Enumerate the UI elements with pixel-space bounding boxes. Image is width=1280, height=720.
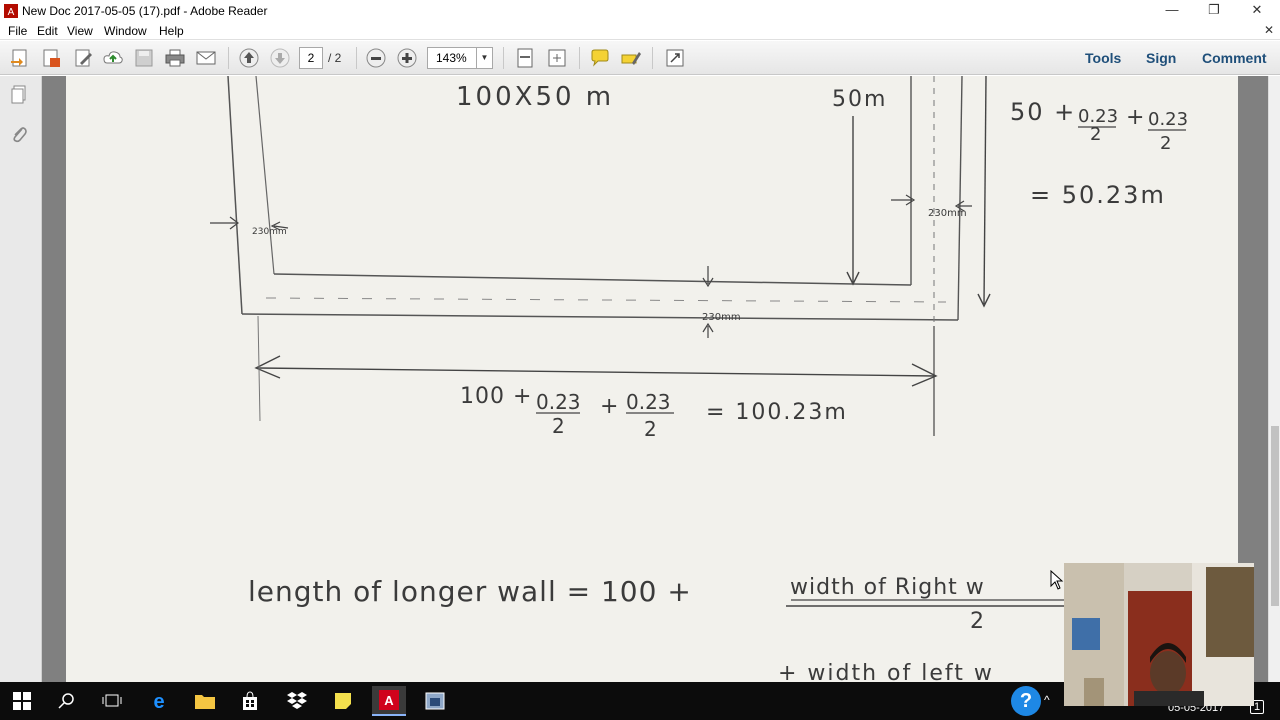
start-button[interactable] [5,686,39,716]
zoom-select[interactable]: 143% ▼ [427,47,493,69]
bottom-frac-num-1: 0.23 [536,390,581,414]
taskbar-recorder[interactable] [418,686,452,716]
menu-help[interactable]: Help [159,24,184,38]
zoom-in-icon[interactable] [396,47,418,69]
next-formula-line: + width of left w [778,661,994,682]
task-view-button[interactable] [95,686,129,716]
full-screen-icon[interactable] [664,47,686,69]
taskbar-adobe-reader[interactable]: A [372,686,406,716]
previous-page-icon[interactable] [238,47,260,69]
length-formula: length of longer wall = 100 + [248,575,692,608]
wall-thickness-bottom: 230mm [702,312,741,323]
title-bar: A New Doc 2017-05-05 (17).pdf - Adobe Re… [0,0,1280,22]
help-icon[interactable]: ? [1011,686,1041,716]
sign-link[interactable]: Sign [1146,50,1176,66]
next-page-icon[interactable] [269,47,291,69]
edit-pdf-icon[interactable] [72,47,94,69]
menu-bar: File Edit View Window Help ✕ [0,22,1280,40]
side-length-label: 50m [832,87,887,112]
bottom-plus: + [600,394,618,419]
bottom-calc-start: 100 + [460,384,532,409]
menu-view[interactable]: View [67,24,93,38]
dropbox-icon [287,692,307,709]
bottom-frac-num-2: 0.23 [626,390,671,414]
taskbar-store[interactable] [233,686,267,716]
highlight-text-icon[interactable] [620,47,642,69]
scrolling-mode-icon[interactable] [514,47,536,69]
windows-logo-icon [13,692,31,710]
bottom-result: = 100.23m [706,400,848,425]
task-view-icon [102,694,122,707]
webcam-feed-image [1064,563,1254,706]
window-title: New Doc 2017-05-05 (17).pdf - Adobe Read… [22,4,268,18]
menu-window[interactable]: Window [104,24,147,38]
pdf-page: 100X50 m 50m 50 + 0.23 2 + 0.23 2 = 50.2… [66,76,1238,682]
sticky-note-icon[interactable] [589,47,611,69]
webcam-overlay [1064,563,1254,706]
toolbar: 2 / 2 143% ▼ Tools Sign Comment [0,41,1280,75]
svg-text:A: A [384,693,394,708]
edge-browser-icon: e [153,691,164,712]
dims-text: 100X50 m [456,82,614,112]
tools-link[interactable]: Tools [1085,50,1121,66]
fit-page-icon[interactable] [546,47,568,69]
taskbar-sticky-notes[interactable] [326,686,360,716]
wall-thickness-left: 230mm [252,227,287,237]
page-count: / 2 [328,51,342,65]
close-button[interactable]: ✕ [1237,0,1277,22]
length-frac-denominator: 2 [970,609,984,634]
menu-edit[interactable]: Edit [37,24,58,38]
adobe-reader-icon: A [4,4,18,18]
right-calc-start: 50 + [1010,98,1076,126]
menu-file[interactable]: File [8,24,27,38]
adobe-reader-icon: A [379,690,399,710]
vertical-scrollbar[interactable] [1268,76,1280,682]
taskbar-edge[interactable]: e [142,686,176,716]
export-pdf-icon[interactable] [40,47,62,69]
save-icon[interactable] [133,47,155,69]
zoom-out-icon[interactable] [365,47,387,69]
cloud-upload-icon[interactable] [102,47,124,69]
bottom-frac-den-1: 2 [552,414,565,438]
chevron-down-icon[interactable]: ▼ [476,48,492,68]
store-bag-icon [243,691,257,710]
comment-link[interactable]: Comment [1202,50,1267,66]
right-result: = 50.23m [1030,181,1166,209]
minimize-button[interactable]: — [1152,0,1192,22]
sticky-notes-icon [335,693,351,709]
right-plus: + [1126,105,1144,130]
zoom-value: 143% [436,51,467,65]
folder-icon [195,695,215,709]
right-frac-num-2: 0.23 [1148,109,1188,130]
right-frac-den-2: 2 [1160,133,1171,154]
taskbar-dropbox[interactable] [280,686,314,716]
page-number-input[interactable]: 2 [299,47,323,69]
scrollbar-thumb[interactable] [1271,426,1279,606]
wall-thickness-right: 230mm [928,208,967,219]
close-document-button[interactable]: ✕ [1264,23,1274,37]
taskbar-file-explorer[interactable] [188,686,222,716]
search-icon [58,693,74,709]
attachments-icon[interactable] [9,124,29,146]
search-button[interactable] [50,686,84,716]
bottom-frac-den-2: 2 [644,417,657,441]
print-icon[interactable] [164,47,186,69]
svg-text:e: e [153,691,164,712]
show-hidden-icons-chevron-icon[interactable]: ^ [1044,693,1050,707]
mouse-cursor-icon [1050,570,1064,590]
svg-text:A: A [8,7,15,18]
screen-recorder-icon [425,692,445,710]
create-pdf-icon[interactable] [9,47,31,69]
email-icon[interactable] [195,47,217,69]
handwritten-drawing: 100X50 m 50m 50 + 0.23 2 + 0.23 2 = 50.2… [210,76,1188,682]
right-frac-den-1: 2 [1090,124,1101,145]
length-frac-numerator: width of Right w [790,575,985,600]
navigation-panel [0,76,42,682]
page-thumbnails-icon[interactable] [9,84,29,106]
restore-button[interactable]: ❐ [1194,0,1234,22]
